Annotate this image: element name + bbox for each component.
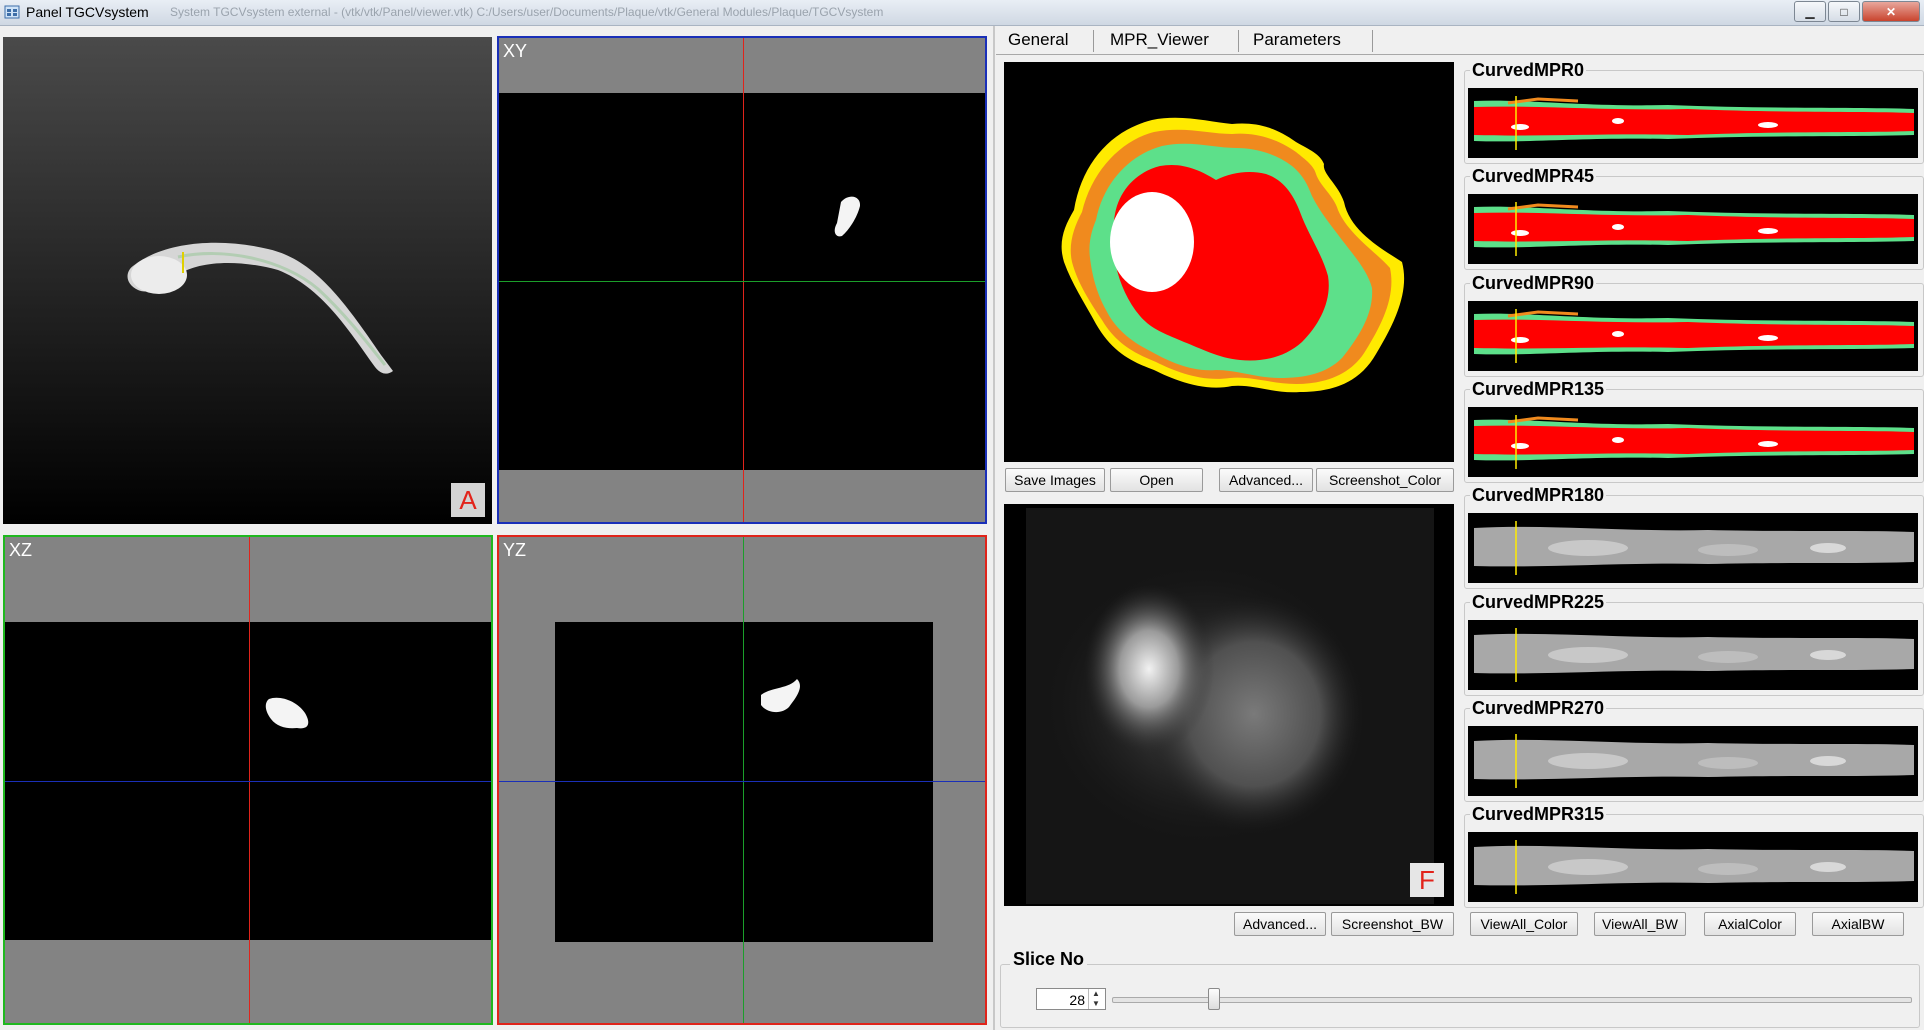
tab-mpr-viewer[interactable]: MPR_Viewer	[1110, 29, 1209, 51]
save-images-button[interactable]: Save Images	[1005, 468, 1105, 492]
curved-mpr-image[interactable]	[1468, 832, 1918, 902]
yz-vessel-blob	[761, 679, 800, 713]
vessel-3d-render	[127, 242, 393, 374]
slice-spinbox[interactable]: 28 ▲ ▼	[1036, 988, 1106, 1010]
curved-mpr-image[interactable]	[1468, 407, 1918, 477]
viewport-yz[interactable]: YZ	[497, 535, 987, 1025]
plaque-bw-image	[1044, 564, 1364, 844]
curved-mpr-image[interactable]	[1468, 513, 1918, 583]
slice-slider-thumb[interactable]	[1207, 988, 1220, 1010]
view-all-color-button[interactable]: ViewAll_Color	[1470, 912, 1578, 936]
window-title: Panel TGCVsystem	[26, 4, 149, 20]
app-icon	[4, 5, 20, 19]
viewport-xz-label: XZ	[9, 540, 33, 560]
slice-group-title: Slice No	[1010, 949, 1088, 970]
curved-mpr-image[interactable]	[1468, 194, 1918, 264]
curved-mpr-image[interactable]	[1468, 726, 1918, 796]
window-path: System TGCVsystem external - (vtk/vtk/Pa…	[170, 5, 884, 19]
xz-vessel-blob	[265, 697, 309, 729]
tab-general[interactable]: General	[1008, 29, 1068, 51]
viewport-yz-label: YZ	[503, 540, 527, 560]
close-button[interactable]: ✕	[1862, 1, 1920, 22]
axial-color-button[interactable]: AxialColor	[1704, 912, 1796, 936]
title-bar: Panel TGCVsystem System TGCVsystem exter…	[0, 0, 1924, 26]
plaque-color-map	[1061, 117, 1405, 393]
spin-arrows-icon[interactable]: ▲ ▼	[1088, 989, 1103, 1009]
axial-bw-button[interactable]: AxialBW	[1812, 912, 1904, 936]
curved-mpr-image[interactable]	[1468, 620, 1918, 690]
advanced-bw-button[interactable]: Advanced...	[1234, 912, 1326, 936]
xy-vessel-blob	[834, 196, 861, 237]
viewport-xz[interactable]: XZ	[3, 535, 493, 1025]
slice-value: 28	[1069, 992, 1085, 1008]
screenshot-bw-button[interactable]: Screenshot_BW	[1331, 912, 1454, 936]
viewport-a-corner-label: A	[451, 483, 485, 517]
slice-group	[1000, 964, 1920, 1028]
advanced-color-button[interactable]: Advanced...	[1219, 468, 1313, 492]
curved-mpr-image[interactable]	[1468, 88, 1918, 158]
curved-mpr-label: CurvedMPR135	[1470, 379, 1607, 400]
maximize-button[interactable]: □	[1828, 1, 1860, 22]
tab-parameters[interactable]: Parameters	[1253, 29, 1341, 51]
viewport-xy[interactable]: XY	[497, 36, 987, 524]
open-button[interactable]: Open	[1110, 468, 1203, 492]
curved-mpr-label: CurvedMPR180	[1470, 485, 1607, 506]
curved-mpr-image[interactable]	[1468, 301, 1918, 371]
view-all-bw-button[interactable]: ViewAll_BW	[1594, 912, 1686, 936]
curved-mpr-label: CurvedMPR270	[1470, 698, 1607, 719]
curved-mpr-label: CurvedMPR45	[1470, 166, 1597, 187]
curved-mpr-label: CurvedMPR90	[1470, 273, 1597, 294]
curved-mpr-label: CurvedMPR225	[1470, 592, 1607, 613]
maximize-icon: □	[1840, 4, 1848, 19]
mpr-bw-view[interactable]: F	[1004, 504, 1454, 906]
minimize-icon: ▁	[1805, 4, 1815, 19]
curved-mpr-label: CurvedMPR0	[1470, 60, 1587, 81]
viewport-xy-label: XY	[503, 41, 528, 61]
panel-splitter[interactable]	[993, 26, 995, 1030]
close-icon: ✕	[1885, 4, 1897, 19]
mpr-bw-corner-label: F	[1410, 863, 1444, 897]
minimize-button[interactable]: ▁	[1794, 1, 1826, 22]
curved-mpr-label: CurvedMPR315	[1470, 804, 1607, 825]
viewport-3d[interactable]: A	[3, 37, 492, 524]
screenshot-color-button[interactable]: Screenshot_Color	[1316, 468, 1454, 492]
slice-slider-track[interactable]	[1112, 997, 1912, 1003]
mpr-color-view[interactable]	[1004, 62, 1454, 462]
